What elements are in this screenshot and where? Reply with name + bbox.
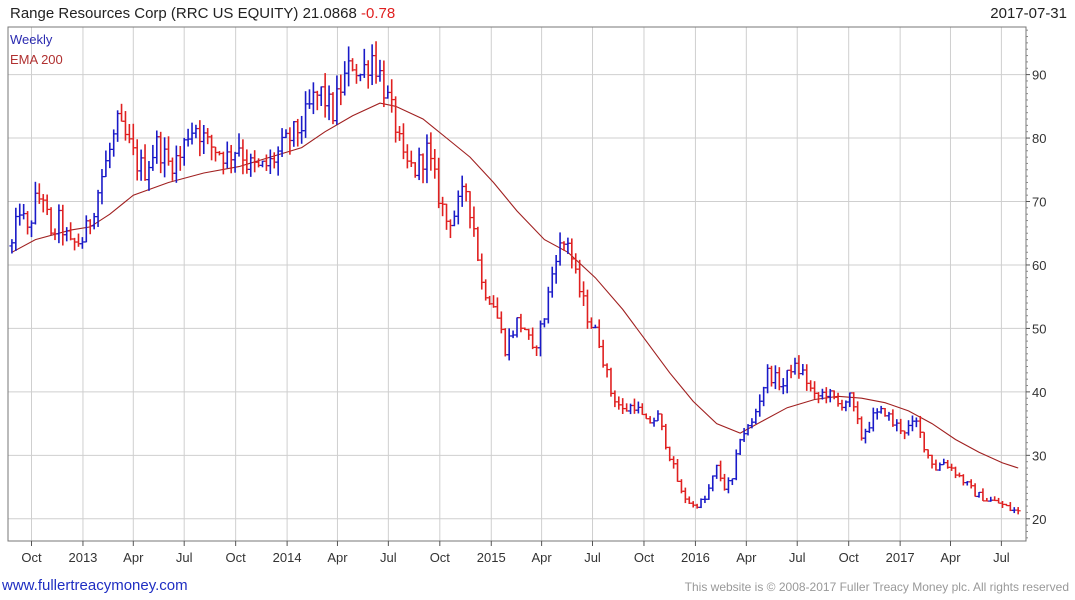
chart-title-text: Range Resources Corp (RRC US EQUITY) 21.… bbox=[10, 5, 357, 22]
price-chart: 20 30 40 50 60 70 80 90 Oct 2013 Apr Jul Oct 2014 Apr… bbox=[0, 0, 1075, 600]
y-tick-label: 60 bbox=[1032, 258, 1046, 273]
x-tick-label: Jul bbox=[789, 550, 806, 565]
x-tick-label: Apr bbox=[736, 550, 757, 565]
y-tick-label: 70 bbox=[1032, 195, 1046, 210]
x-tick-label: Oct bbox=[430, 550, 451, 565]
x-tick-label: Apr bbox=[531, 550, 552, 565]
copyright-notice: This website is © 2008-2017 Fuller Treac… bbox=[684, 580, 1069, 594]
x-tick-label: 2016 bbox=[681, 550, 710, 565]
x-tick-label: Jul bbox=[584, 550, 601, 565]
x-tick-label: Oct bbox=[634, 550, 655, 565]
x-tick-label: Jul bbox=[380, 550, 397, 565]
plot-background bbox=[0, 0, 1075, 600]
legend-ema-200: EMA 200 bbox=[10, 52, 63, 67]
y-tick-label: 80 bbox=[1032, 131, 1046, 146]
x-tick-label: 2017 bbox=[886, 550, 915, 565]
x-tick-label: Jul bbox=[993, 550, 1010, 565]
site-link[interactable]: www.fullertreacymoney.com bbox=[2, 577, 188, 594]
x-tick-label: Apr bbox=[327, 550, 348, 565]
chart-date: 2017-07-31 bbox=[990, 5, 1067, 22]
y-tick-label: 90 bbox=[1032, 68, 1046, 83]
x-tick-label: 2015 bbox=[477, 550, 506, 565]
y-tick-label: 40 bbox=[1032, 385, 1046, 400]
y-tick-label: 20 bbox=[1032, 512, 1046, 527]
x-tick-label: Oct bbox=[226, 550, 247, 565]
x-tick-label: 2014 bbox=[273, 550, 302, 565]
x-tick-label: Oct bbox=[21, 550, 42, 565]
legend-weekly: Weekly bbox=[10, 32, 53, 47]
x-tick-label: 2013 bbox=[68, 550, 97, 565]
x-tick-label: Jul bbox=[176, 550, 193, 565]
x-tick-label: Oct bbox=[839, 550, 860, 565]
y-tick-label: 50 bbox=[1032, 321, 1046, 336]
price-change: -0.78 bbox=[360, 5, 396, 22]
x-tick-label: Apr bbox=[123, 550, 144, 565]
chart-title: Range Resources Corp (RRC US EQUITY) 21.… bbox=[10, 5, 395, 22]
x-tick-label: Apr bbox=[940, 550, 961, 565]
y-tick-label: 30 bbox=[1032, 448, 1046, 463]
